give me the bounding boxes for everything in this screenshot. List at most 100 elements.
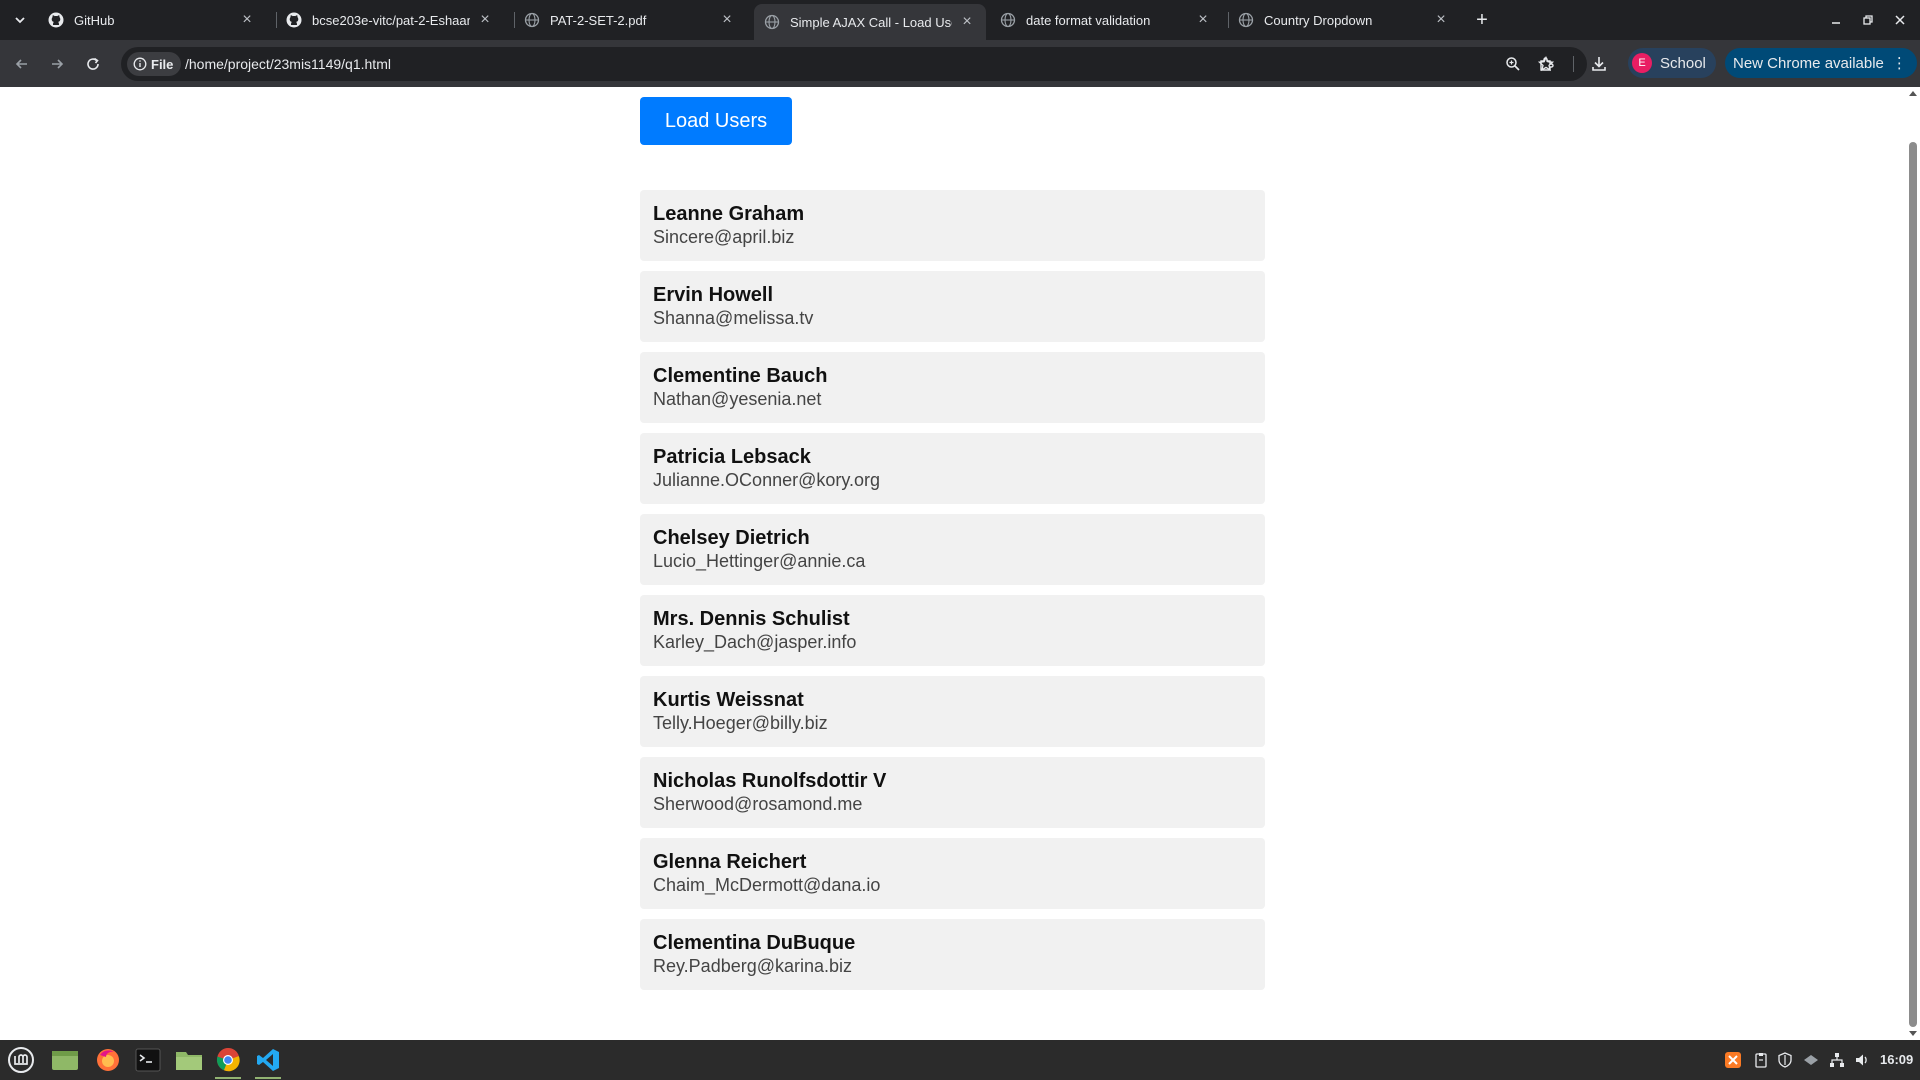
tab-title: PAT-2-SET-2.pdf (550, 12, 647, 28)
user-name: Kurtis Weissnat (653, 689, 804, 711)
reload-button[interactable] (81, 52, 105, 76)
zoom-icon (1506, 57, 1520, 71)
scroll-down-arrow-icon[interactable] (1909, 1031, 1917, 1036)
tab-date-validation[interactable]: date format validation × (990, 6, 1222, 34)
close-window-button[interactable] (1886, 8, 1914, 32)
user-card: Leanne Graham Sincere@april.biz (640, 190, 1265, 261)
tab-strip: GitHub × bcse203e-vitc/pat-2-Eshaan × PA… (0, 0, 1920, 40)
user-name: Nicholas Runolfsdottir V (653, 770, 887, 792)
user-email: Julianne.OConner@kory.org (653, 470, 881, 490)
load-users-button[interactable]: Load Users (640, 97, 792, 145)
globe-icon (524, 12, 540, 28)
file-chip-label: File (151, 56, 174, 72)
terminal-icon (135, 1048, 161, 1072)
forward-arrow-icon (52, 59, 64, 69)
minimize-icon (1832, 22, 1840, 24)
new-tab-button[interactable]: + (1470, 9, 1494, 31)
user-email: Chaim_McDermott@dana.io (653, 875, 881, 895)
tab-ajax-active[interactable]: Simple AJAX Call - Load Use × (754, 4, 986, 40)
vscode-icon (257, 1049, 279, 1071)
tab-search-button[interactable] (8, 9, 32, 31)
xampp-icon[interactable] (1725, 1052, 1741, 1068)
toolbar-separator (1573, 56, 1574, 72)
clipboard-icon[interactable] (1753, 1052, 1769, 1068)
info-icon (133, 57, 147, 71)
download-icon (1592, 57, 1606, 71)
close-tab-icon[interactable]: × (958, 13, 976, 31)
browser-toolbar: File /home/project/23mis1149/q1.html E S… (0, 40, 1920, 87)
puzzle-icon (1540, 57, 1554, 71)
github-icon (286, 12, 302, 28)
user-email: Sherwood@rosamond.me (653, 794, 863, 814)
user-email: Telly.Hoeger@billy.biz (653, 713, 828, 733)
chrome-update-button[interactable]: New Chrome available ⋮ (1725, 48, 1917, 78)
user-name: Glenna Reichert (653, 851, 807, 873)
user-card: Clementina DuBuque Rey.Padberg@karina.bi… (640, 919, 1265, 990)
user-name: Clementine Bauch (653, 365, 828, 387)
user-card: Ervin Howell Shanna@melissa.tv (640, 271, 1265, 342)
close-tab-icon[interactable]: × (476, 11, 494, 29)
clock[interactable]: 16:09 (1880, 1052, 1913, 1067)
minimize-button[interactable] (1822, 8, 1850, 32)
url-text[interactable]: /home/project/23mis1149/q1.html (185, 56, 391, 72)
page-viewport: Load Users Leanne Graham Sincere@april.b… (0, 87, 1906, 1040)
tab-title: Country Dropdown (1264, 12, 1373, 28)
close-tab-icon[interactable]: × (1432, 11, 1450, 29)
chrome-button[interactable] (211, 1044, 245, 1079)
back-arrow-icon (15, 59, 27, 69)
vscode-button[interactable] (251, 1044, 285, 1079)
address-bar[interactable]: File /home/project/23mis1149/q1.html (121, 47, 1587, 81)
reload-icon (87, 57, 99, 70)
downloads-button[interactable] (1587, 52, 1611, 76)
user-card: Nicholas Runolfsdottir V Sherwood@rosamo… (640, 757, 1265, 828)
tab-country-dropdown[interactable]: Country Dropdown × (1228, 6, 1460, 34)
user-list: Leanne Graham Sincere@april.biz Ervin Ho… (640, 190, 1265, 1000)
user-card: Kurtis Weissnat Telly.Hoeger@billy.biz (640, 676, 1265, 747)
profile-button[interactable]: E School (1628, 48, 1716, 78)
tab-title: Simple AJAX Call - Load Use (790, 14, 952, 30)
zoom-button[interactable] (1503, 54, 1523, 74)
display-icon[interactable] (1803, 1052, 1819, 1068)
close-tab-icon[interactable]: × (718, 11, 736, 29)
user-card: Mrs. Dennis Schulist Karley_Dach@jasper.… (640, 595, 1265, 666)
user-card: Glenna Reichert Chaim_McDermott@dana.io (640, 838, 1265, 909)
scroll-thumb[interactable] (1909, 142, 1917, 1027)
files-button[interactable] (172, 1044, 206, 1076)
scroll-up-arrow-icon[interactable] (1909, 91, 1917, 96)
terminal-button[interactable] (131, 1044, 165, 1076)
shield-icon[interactable] (1777, 1052, 1793, 1068)
close-tab-icon[interactable]: × (1194, 11, 1212, 29)
user-card: Chelsey Dietrich Lucio_Hettinger@annie.c… (640, 514, 1265, 585)
tab-pdf[interactable]: PAT-2-SET-2.pdf × (514, 6, 746, 34)
globe-icon (764, 14, 780, 30)
show-desktop-icon (52, 1051, 78, 1070)
profile-label: School (1660, 54, 1706, 72)
volume-icon[interactable] (1854, 1052, 1870, 1068)
page-scrollbar[interactable] (1906, 87, 1920, 1040)
user-name: Leanne Graham (653, 203, 805, 225)
user-card: Clementine Bauch Nathan@yesenia.net (640, 352, 1265, 423)
user-email: Sincere@april.biz (653, 227, 795, 247)
network-icon[interactable] (1829, 1052, 1845, 1068)
show-desktop-button[interactable] (48, 1044, 82, 1076)
extensions-button[interactable] (1535, 52, 1559, 76)
chrome-icon (216, 1047, 240, 1072)
more-vert-icon: ⋮ (1891, 55, 1907, 72)
restore-button[interactable] (1854, 8, 1882, 32)
files-icon (176, 1052, 202, 1070)
back-button[interactable] (10, 52, 34, 76)
mint-menu-icon (8, 1047, 34, 1073)
tab-title: date format validation (1026, 12, 1151, 28)
user-email: Nathan@yesenia.net (653, 389, 822, 409)
tab-title: bcse203e-vitc/pat-2-Eshaan (312, 12, 470, 28)
update-label: New Chrome available (1733, 54, 1884, 72)
user-card: Patricia Lebsack Julianne.OConner@kory.o… (640, 433, 1265, 504)
forward-button[interactable] (45, 52, 69, 76)
firefox-button[interactable] (91, 1044, 125, 1076)
tab-repo[interactable]: bcse203e-vitc/pat-2-Eshaan × (276, 6, 504, 34)
mint-menu-button[interactable] (4, 1044, 38, 1076)
user-email: Rey.Padberg@karina.biz (653, 956, 853, 976)
site-info-chip[interactable]: File (127, 52, 182, 76)
close-tab-icon[interactable]: × (238, 11, 256, 29)
tab-github[interactable]: GitHub × (38, 6, 266, 34)
